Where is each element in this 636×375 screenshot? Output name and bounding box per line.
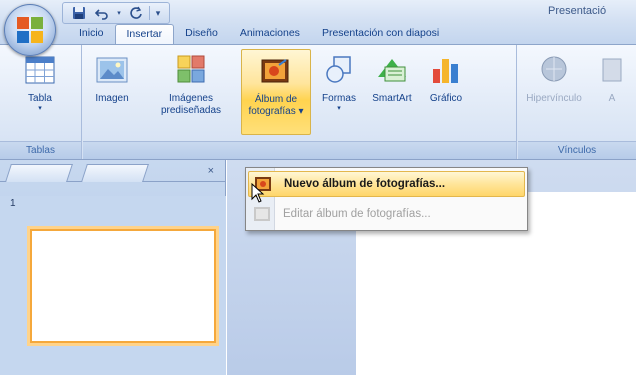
qat-separator [149,6,150,20]
smartart-icon [378,59,406,82]
tab-diseno[interactable]: Diseño [174,24,229,44]
redo-icon[interactable] [126,4,146,22]
table-icon [25,56,55,84]
window-title: Presentació [548,5,607,17]
edit-album-icon [253,205,271,223]
image-label: Imagen [95,93,129,104]
save-icon[interactable] [69,4,89,22]
title-bar: ▾ ▾ Presentació Inicio Insertar Diseño A… [0,0,636,44]
ribbon-tabs: Inicio Insertar Diseño Animaciones Prese… [68,24,450,44]
hyperlink-icon [541,56,567,82]
table-dropdown-arrow: ▾ [38,105,42,112]
menu-item-new-album-label: Nuevo álbum de fotografías... [284,178,446,190]
shapes-icon [326,56,351,83]
shapes-label: Formas [322,93,356,104]
clipart-label-2: prediseñadas [160,105,222,116]
tab-slides[interactable] [5,164,73,182]
quick-access-toolbar: ▾ ▾ [62,2,170,24]
action-icon [602,58,622,82]
chart-icon [433,59,458,83]
mouse-pointer-icon [251,183,265,203]
group-vinculos: Hipervínculo A Vínculos [518,45,636,159]
shapes-button[interactable]: Formas ▾ [315,49,363,135]
action-button[interactable]: A [592,49,632,135]
table-label: Tabla [28,93,52,104]
photo-album-label-2: fotografías ▾ [248,106,304,117]
tab-presentacion[interactable]: Presentación con diaposi [311,24,450,44]
menu-item-new-album[interactable]: Nuevo álbum de fotografías... [248,171,525,197]
office-button[interactable] [4,4,56,56]
shapes-dropdown-arrow: ▾ [337,105,341,112]
tab-outline[interactable] [81,164,149,182]
action-label: A [608,93,616,104]
photo-album-menu: Nuevo álbum de fotografías... Editar álb… [245,167,528,231]
group-label-ilustraciones [83,141,516,159]
slides-pane: × 1 [0,160,226,375]
tab-inicio[interactable]: Inicio [68,24,115,44]
menu-item-edit-album[interactable]: Editar álbum de fotografías... [248,201,525,227]
undo-dropdown-icon[interactable]: ▾ [115,4,123,22]
smartart-label: SmartArt [372,93,412,104]
menu-item-edit-album-label: Editar álbum de fotografías... [283,208,431,220]
tab-insertar[interactable]: Insertar [114,24,175,44]
photo-album-button[interactable]: Álbum de fotografías ▾ [241,49,311,135]
slide-number: 1 [10,198,16,209]
group-label-vinculos: Vínculos [518,141,636,159]
clipart-label-1: Imágenes [169,93,213,104]
undo-icon[interactable] [92,4,112,22]
group-ilustraciones: Imagen Imágenes prediseñadas Álbum de fo… [83,45,517,159]
close-icon[interactable]: × [208,165,214,177]
image-button[interactable]: Imagen [85,49,139,135]
office-logo-icon [17,17,43,43]
ribbon: Tabla ▾ Tablas Imagen Imágenes prediseña… [0,44,636,160]
table-button[interactable]: Tabla ▾ [12,49,68,135]
photo-album-icon [261,59,289,83]
pane-tabs: × [0,162,226,182]
clipart-button[interactable]: Imágenes prediseñadas [151,49,231,135]
smartart-button[interactable]: SmartArt [365,49,419,135]
customize-arrow-icon[interactable]: ▾ [153,4,163,22]
chart-button[interactable]: Gráfico [423,49,469,135]
hyperlink-label: Hipervínculo [526,93,582,104]
chart-label: Gráfico [429,93,463,104]
tab-animaciones[interactable]: Animaciones [229,24,311,44]
group-label-tablas: Tablas [0,141,81,159]
photo-album-label-1: Álbum de [254,94,298,105]
image-icon [96,57,128,83]
hyperlink-button[interactable]: Hipervínculo [522,49,586,135]
clipart-icon [177,55,205,83]
slide-thumbnail[interactable] [30,229,216,343]
group-tablas: Tabla ▾ Tablas [0,45,82,159]
